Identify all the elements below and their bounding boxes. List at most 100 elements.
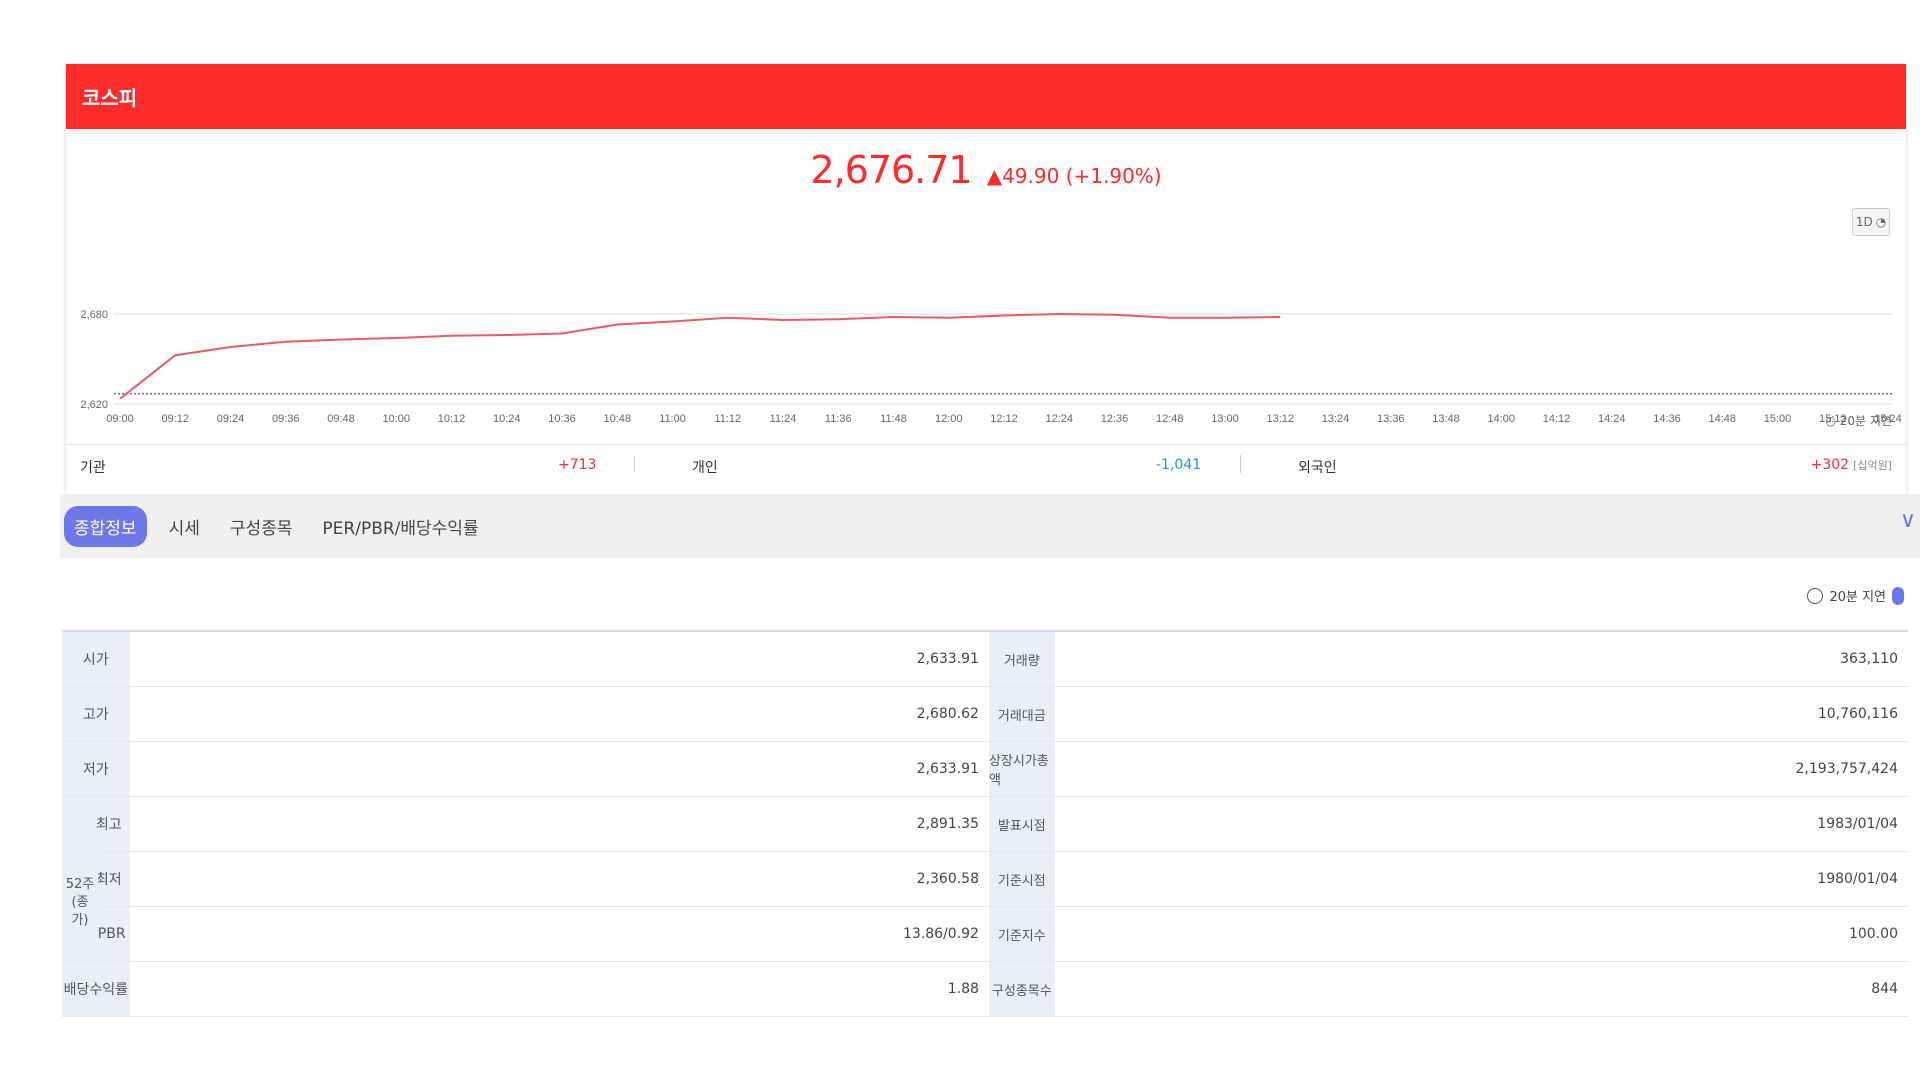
x-tick-label: 11:48 (880, 413, 907, 424)
table-row: 최저 2,360.58 기준시점 1980/01/04 (62, 852, 1908, 907)
x-tick-label: 14:12 (1543, 413, 1571, 424)
x-tick-label: 15:00 (1764, 413, 1792, 424)
label-52w-high: 최고 (95, 817, 122, 833)
value-52w-high: 2,891.35 (916, 816, 979, 832)
price-change: ▲49.90 (+1.90%) (986, 164, 1162, 188)
x-tick-label: 11:12 (714, 413, 741, 424)
x-tick-label: 09:00 (106, 413, 134, 424)
investor-flows: 기관 +713 개인 -1,041 외국인 +302 [십억원] (66, 444, 1906, 485)
tab-quotes[interactable]: 시세 (161, 508, 208, 545)
table-delay-note: 20분 지연 (1807, 586, 1904, 605)
x-tick-label: 11:36 (825, 413, 852, 424)
tab-overview[interactable]: 종합정보 (64, 505, 147, 547)
investor-value-institution: +713 (558, 457, 597, 473)
divider (634, 455, 635, 473)
y-tick-label: 2,620 (80, 399, 108, 411)
x-tick-label: 12:00 (935, 413, 963, 424)
delay-text: 20분 지연 (1839, 414, 1892, 428)
x-tick-label: 14:36 (1653, 413, 1681, 424)
table-row: PER/PBR 13.86/0.92 기준지수 100.00 (62, 907, 1908, 962)
index-name: 코스피 (82, 86, 138, 110)
x-tick-label: 11:00 (659, 413, 686, 424)
table-row: 배당수익률 1.88 구성종목수 844 (62, 962, 1908, 1017)
x-tick-label: 09:12 (161, 413, 189, 424)
x-tick-label: 13:00 (1211, 413, 1239, 424)
period-button[interactable]: 1D ◔ (1852, 208, 1890, 236)
label-announce-date: 발표시점 (989, 797, 1055, 851)
chart-delay-note: ◴ 20분 지연 (1825, 412, 1892, 429)
tab-constituents[interactable]: 구성종목 (222, 508, 301, 545)
value-open: 2,633.91 (916, 651, 979, 667)
label-base-index: 기준지수 (988, 907, 1055, 961)
tab-valuation[interactable]: PER/PBR/배당수익률 (314, 508, 486, 545)
x-tick-label: 14:48 (1708, 413, 1736, 424)
x-tick-label: 09:36 (272, 413, 300, 424)
table-row: 고가 2,680.62 거래대금 10,760,116 (62, 687, 1908, 742)
x-tick-label: 12:12 (990, 413, 1018, 424)
label-high: 고가 (62, 687, 130, 741)
y-tick-label: 2,680 (80, 309, 108, 321)
investor-label-institution: 기관 (80, 460, 106, 476)
table-row: 저가 2,633.91 상장시가총액 2,193,757,424 (62, 742, 1908, 797)
value-market-cap: 2,193,757,424 (1795, 761, 1898, 777)
label-trade-value: 거래대금 (988, 687, 1055, 741)
value-low: 2,633.91 (916, 761, 979, 777)
card-header: 코스피 (66, 64, 1906, 129)
x-tick-label: 13:12 (1266, 413, 1294, 424)
investor-value-individual: -1,041 (1156, 457, 1202, 473)
label-constituent-count: 구성종목수 (988, 962, 1055, 1016)
x-tick-label: 13:24 (1322, 413, 1350, 424)
index-card: 코스피 2,676.71 ▲49.90 (+1.90%) 1D ◔ 2,680 2… (66, 64, 1906, 494)
divider (1240, 455, 1241, 473)
x-tick-label: 13:48 (1432, 413, 1460, 424)
investor-value-foreign: +302 [십억원] (1811, 457, 1892, 473)
chevron-down-icon[interactable]: ∨ (1900, 508, 1916, 533)
x-tick-label: 14:24 (1598, 413, 1626, 424)
value-dividend-yield: 1.88 (947, 981, 979, 997)
value-constituent-count: 844 (1871, 981, 1898, 997)
x-tick-label: 12:36 (1101, 413, 1129, 424)
value-high: 2,680.62 (916, 706, 979, 722)
x-tick-label: 12:48 (1156, 413, 1184, 424)
info-icon[interactable] (1892, 586, 1904, 605)
value-announce-date: 1983/01/04 (1817, 816, 1898, 832)
label-low: 저가 (62, 742, 130, 796)
tab-bar: 종합정보 시세 구성종목 PER/PBR/배당수익률 ∨ (60, 494, 1920, 558)
x-tick-label: 09:48 (327, 413, 355, 424)
x-tick-label: 10:12 (438, 413, 466, 424)
x-tick-label: 10:36 (548, 413, 576, 424)
investor-label-foreign: 외국인 (1298, 460, 1337, 476)
table-row: 최고 2,891.35 발표시점 1983/01/04 (62, 797, 1908, 852)
label-52w-high-cell: 최고 (62, 797, 130, 851)
x-tick-label: 12:24 (1045, 413, 1073, 424)
label-market-cap: 상장시가총액 (988, 742, 1055, 796)
x-tick-label: 11:24 (770, 413, 797, 424)
label-dividend-yield: 배당수익률 (62, 962, 130, 1016)
overview-table: 시가 2,633.91 거래량 363,110 고가 2,680.62 거래대금… (62, 630, 1908, 1017)
intraday-chart: 2,680 2,620 09:00 09:12 09:24 09:36 09:48 10:00… (80, 309, 1901, 424)
x-tick-label: 10:00 (382, 413, 410, 424)
x-tick-label: 10:24 (493, 413, 521, 424)
label-base-date: 기준시점 (989, 852, 1055, 906)
value-volume: 363,110 (1840, 651, 1898, 667)
price-line (119, 312, 1281, 400)
clock-icon (1807, 587, 1824, 604)
table-delay-text: 20분 지연 (1829, 590, 1886, 605)
period-label: 1D (1855, 215, 1873, 229)
unit-label: [십억원] (1853, 459, 1892, 472)
x-tick-label: 10:48 (603, 413, 631, 424)
label-volume: 거래량 (988, 632, 1055, 686)
value-base-index: 100.00 (1848, 926, 1898, 942)
x-tick-label: 09:24 (217, 413, 245, 424)
x-tick-label: 13:36 (1377, 413, 1405, 424)
clock-icon: ◴ (1825, 414, 1840, 428)
price-row: 2,676.71 ▲49.90 (+1.90%) (66, 148, 1906, 192)
table-row: 시가 2,633.91 거래량 363,110 (62, 632, 1908, 687)
investor-label-individual: 개인 (692, 460, 718, 476)
value-per-pbr: 13.86/0.92 (903, 926, 979, 942)
value-52w-low: 2,360.58 (916, 871, 979, 887)
foreign-value: +302 (1810, 457, 1850, 473)
clock-icon: ◔ (1875, 215, 1887, 229)
label-52-week-group: 52주 (종가) (62, 849, 98, 957)
label-open: 시가 (62, 632, 130, 686)
